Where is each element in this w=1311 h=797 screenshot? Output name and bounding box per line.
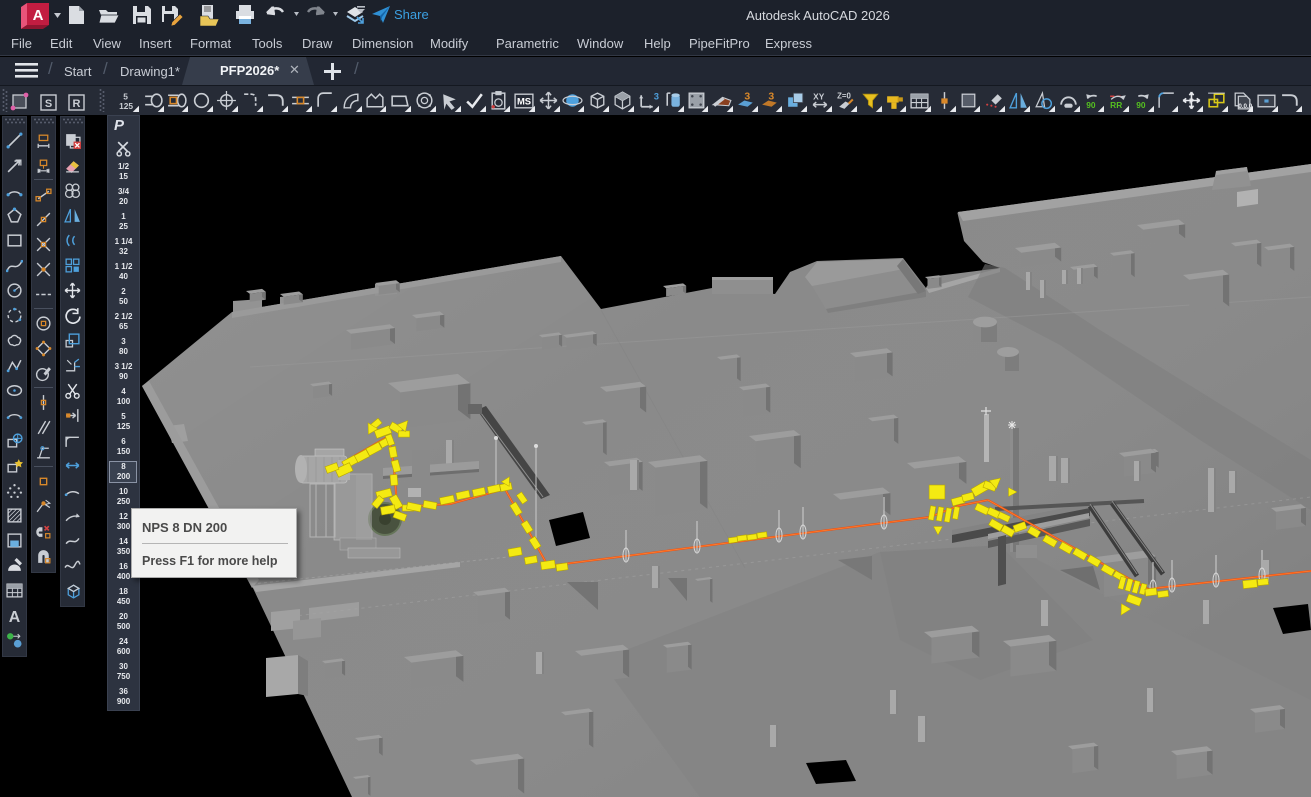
svg-text:S: S xyxy=(45,98,52,110)
svg-text:A: A xyxy=(33,7,44,24)
svg-text:XY: XY xyxy=(813,91,825,101)
svg-text:90: 90 xyxy=(1136,100,1146,110)
svg-text:A: A xyxy=(9,609,21,624)
svg-text:125: 125 xyxy=(119,101,133,111)
svg-text:90: 90 xyxy=(1086,100,1096,110)
svg-text:P: P xyxy=(1189,97,1194,106)
svg-text:R: R xyxy=(73,98,81,110)
svg-text:Z=0: Z=0 xyxy=(837,91,851,100)
svg-text:RR: RR xyxy=(1110,100,1122,110)
svg-text:3: 3 xyxy=(654,90,659,101)
svg-text:MS: MS xyxy=(517,96,531,107)
